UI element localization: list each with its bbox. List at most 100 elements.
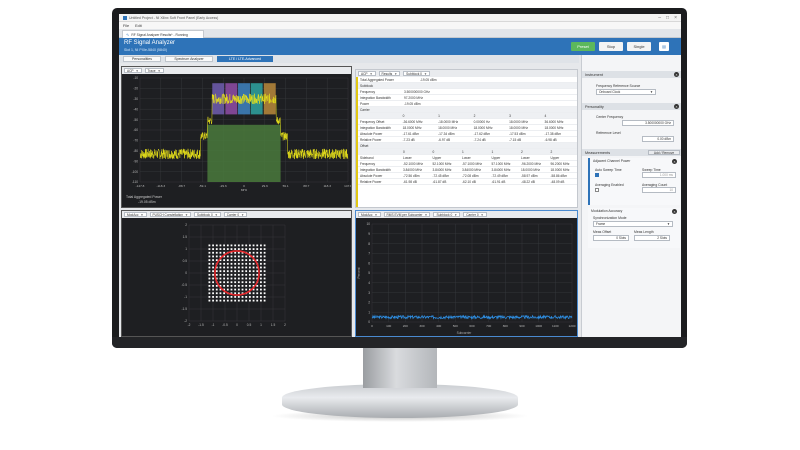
evm-subblock-select[interactable]: Subblock 0 ▼ [433,212,461,217]
auto-sweep-checkbox[interactable] [595,173,599,177]
personality-title: Personality [585,104,604,109]
constellation-point [226,262,229,265]
constellation-point [237,273,240,276]
constellation-point [234,255,237,258]
spectrum-panel: ACP ▼ Trace ▼ -10 -20 -30 -40 -50 -60 -70 -80 -90 -… [121,66,352,208]
menu-file[interactable]: File [123,24,129,28]
x-tick-label: 400 [436,324,441,328]
constellation-point [226,266,229,269]
constellation-point [241,296,244,298]
constellation-point [212,273,214,276]
minimize-icon[interactable]: – [658,15,661,21]
menu-edit[interactable]: Edit [135,24,142,28]
spectrum-plot[interactable]: -10-20-30-40-50-60-70-80-90-100-110 -147… [122,74,351,207]
meas-offset-input[interactable]: 0 Slots [593,235,629,241]
constellation-point [245,244,248,247]
evm-modacc-select[interactable]: ModAcc ▼ [358,212,381,217]
instrument-title: Instrument [585,72,603,77]
constellation-point [230,255,233,258]
constellation-point [260,288,262,291]
evm-panel: ModAcc ▼ RMS EVM per Subcarrier ▼ Subblock… [355,210,578,337]
constellation-point [256,299,259,302]
constellation-point [248,262,251,265]
evm-carrier-select[interactable]: Carrier 0 ▼ [463,212,487,217]
preset-button[interactable]: Preset [571,42,595,51]
constellation-point [260,299,262,302]
results-view-select[interactable]: Results ▼ [378,71,401,76]
chevron-down-icon: ▼ [374,212,378,217]
close-icon[interactable]: × [674,15,677,21]
constellation-plot[interactable]: -2-2-1.5-1.5-1-1-0.5-0.5000.50.5111.51.5… [122,218,351,336]
table-cell: -36.6000 MHz [402,119,423,124]
constellation-point [263,244,266,247]
chevron-down-icon: ▼ [423,71,427,76]
constellation-view-select[interactable]: PUSCH Constellation ▼ [149,212,191,217]
constellation-point [208,248,211,250]
tab-spectrum-analyzer[interactable]: Spectrum Analyzer [165,56,213,62]
averaging-count-input[interactable]: 10 [642,187,676,193]
window-titlebar: Untitled Project - NI Xilinx Soft Front … [119,14,681,22]
constellation-carrier-select[interactable]: Carrier 0 ▼ [223,212,248,217]
results-table: Total Aggregated Power -19.05 dBm Subblock… [358,77,577,207]
table-cell: 52.1000 MHz [432,161,452,166]
modacc-title: Modulation Accuracy [591,209,623,213]
tab-personalities[interactable]: Personalities [123,56,161,62]
modacc-select[interactable]: ModAcc ▼ [124,212,147,217]
y-tick-label: 2 [368,301,370,305]
chevron-down-icon: ▼ [184,212,188,217]
trace-select[interactable]: Trace ▼ [144,68,164,73]
chevron-down-icon: ▼ [241,212,245,217]
tab-lte[interactable]: LTE / LTE-Advanced [217,56,273,62]
constellation-point [234,266,237,269]
constellation-point [215,248,218,250]
instrument-section-header[interactable]: Instrument × [582,71,681,78]
sweep-time-input[interactable]: 1.000 ms [642,172,676,178]
evm-view-select[interactable]: RMS EVM per Subcarrier ▼ [383,212,431,217]
constellation-point [234,299,237,302]
ref-level-input[interactable]: 0.00 dBm [642,136,674,142]
row-label: Power [360,101,370,106]
freq-ref-select[interactable]: Onboard Clock ▼ [596,89,656,95]
personality-section-header[interactable]: Personality × [582,103,681,110]
total-power-label: Total Aggregated Power [126,195,163,199]
add-remove-button[interactable]: Add / Remove [648,150,680,155]
table-cell: -17.34 dBm [438,131,455,136]
row-label: Absolute Power [360,131,383,136]
doc-tab-results[interactable]: ∿ RF Signal Analyzer Results* - Running [122,30,204,38]
constellation-point [226,284,229,287]
results-subblock-select[interactable]: Subblock 0 ▼ [403,71,430,76]
sync-mode-select[interactable]: Frame ▼ [593,221,673,227]
constellation-point [219,273,222,276]
single-button[interactable]: Single [627,42,651,51]
collapse-icon[interactable]: × [674,72,679,77]
constellation-point [248,270,251,273]
close-icon[interactable]: × [672,209,677,214]
constellation-point [245,288,248,291]
constellation-point [234,284,237,287]
constellation-subblock-select[interactable]: Subblock 0 ▼ [193,212,221,217]
sidebar-toggle-icon[interactable]: ▤ [659,42,669,51]
meas-length-input[interactable]: 2 Slots [634,235,670,241]
averaging-checkbox[interactable] [595,188,599,192]
stop-button[interactable]: Stop [599,42,623,51]
freq-ref-value: Onboard Clock [599,90,621,94]
acp-region [207,124,281,182]
table-row: Relative Power -61.98 dB -61.87 dB -62.10 d… [358,179,577,185]
table-cell: 1 [438,113,440,118]
collapse-icon[interactable]: × [674,104,679,109]
center-freq-input[interactable]: 3.500000000 GHz [622,120,674,126]
constellation-point [237,262,240,265]
constellation-point [263,292,266,295]
constellation-point [219,244,222,247]
page-title: RF Signal Analyzer [124,40,176,46]
constellation-point [245,281,248,284]
maximize-icon[interactable]: □ [666,15,669,21]
evm-plot[interactable]: 1098765432100 100 200 300 400 500 600 700 800 900… [356,218,577,336]
close-icon[interactable]: × [672,159,677,164]
row-label: Relative Power [360,179,382,184]
measurement-select[interactable]: ACP ▼ [124,68,142,73]
results-measurement-select[interactable]: ACP ▼ [358,71,376,76]
constellation-point [248,296,251,298]
constellation-point [260,270,262,273]
constellation-point [263,266,266,269]
